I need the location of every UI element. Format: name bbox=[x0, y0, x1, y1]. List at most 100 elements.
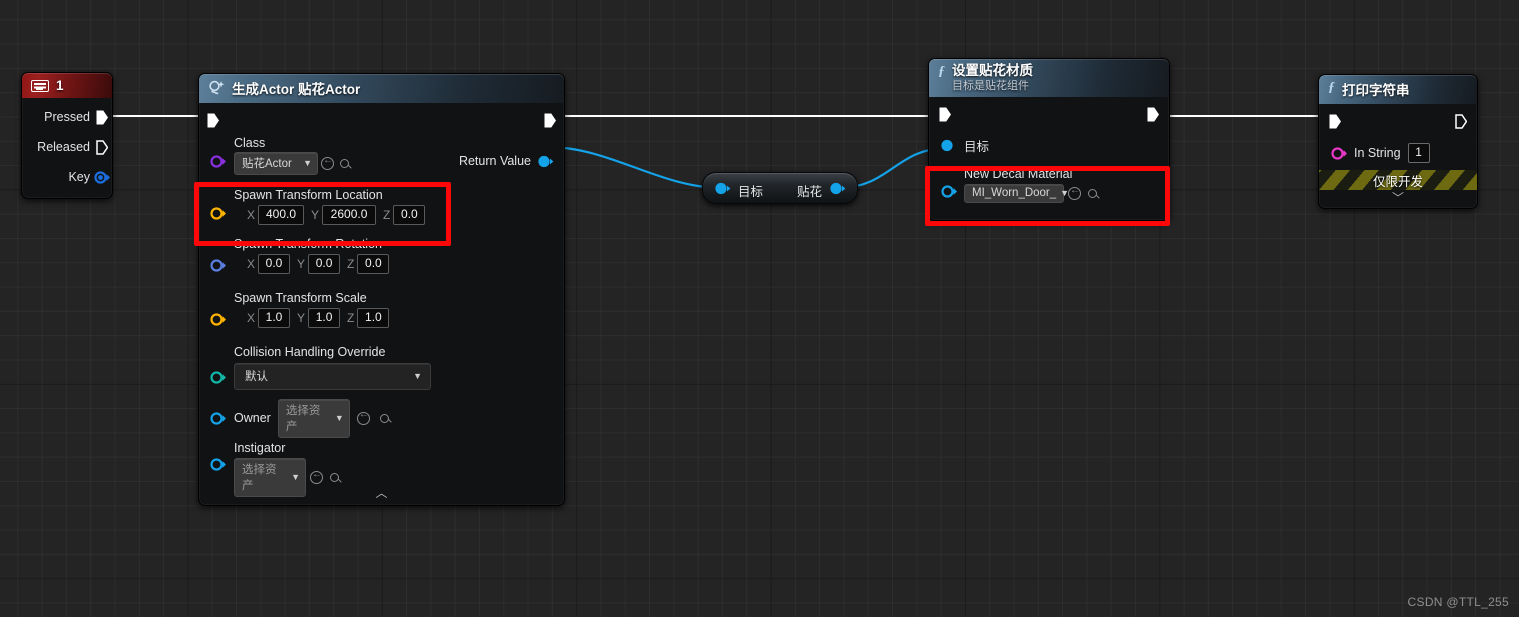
target-label: 目标 bbox=[964, 139, 990, 154]
rotator-pin-rotation[interactable] bbox=[210, 259, 227, 272]
exec-pin-out[interactable] bbox=[544, 113, 556, 128]
exec-pin-in[interactable] bbox=[939, 107, 951, 122]
pin-row-return-value[interactable]: Return Value bbox=[459, 154, 554, 168]
search-icon[interactable] bbox=[379, 413, 389, 423]
node-subtitle-label: 目标是贴花组件 bbox=[952, 79, 1029, 92]
pin-label-released: Released bbox=[37, 140, 90, 154]
location-label: Spawn Transform Location bbox=[234, 188, 383, 202]
location-x-input[interactable]: 400.0 bbox=[258, 205, 305, 225]
object-pin-decal-out[interactable] bbox=[830, 182, 846, 195]
rotation-x-input[interactable]: 0.0 bbox=[258, 254, 291, 274]
owner-dropdown-value: 选择资产 bbox=[285, 404, 321, 433]
pin-row-class[interactable]: Class 贴花Actor ▼ Return Value bbox=[199, 135, 564, 181]
development-only-banner: 仅限开发 bbox=[1319, 170, 1477, 190]
node-title-label: 1 bbox=[56, 78, 64, 93]
scale-z-axis-label: Z bbox=[347, 311, 355, 325]
blueprint-graph-canvas[interactable]: 1 Pressed Released Key 生成Actor 贴花Actor C… bbox=[0, 0, 1519, 617]
browse-back-icon[interactable] bbox=[356, 409, 370, 425]
collision-dropdown[interactable]: 默认 ▼ bbox=[234, 363, 431, 390]
struct-pin-key[interactable] bbox=[94, 171, 111, 184]
in-string-label: In String bbox=[1354, 146, 1401, 160]
scale-y-axis-label: Y bbox=[297, 311, 306, 325]
object-pin-instigator[interactable] bbox=[210, 458, 227, 471]
owner-label: Owner bbox=[234, 411, 271, 425]
rotation-z-axis-label: Z bbox=[347, 257, 355, 271]
collapse-toggle[interactable]: ﹀ bbox=[1319, 190, 1477, 208]
exec-pin-in[interactable] bbox=[1329, 114, 1341, 129]
location-y-input[interactable]: 2600.0 bbox=[322, 205, 377, 225]
pin-row-key[interactable]: Key bbox=[22, 162, 112, 192]
object-pin-target-in[interactable] bbox=[715, 182, 731, 195]
function-icon: ƒ bbox=[1328, 80, 1335, 95]
exec-pin-pressed[interactable] bbox=[96, 110, 108, 125]
location-z-input[interactable]: 0.0 bbox=[393, 205, 426, 225]
pin-row-target[interactable]: 目标 bbox=[929, 129, 1169, 161]
development-only-label: 仅限开发 bbox=[1372, 174, 1423, 189]
chevron-down-icon: ▼ bbox=[303, 158, 312, 168]
search-icon[interactable] bbox=[330, 473, 339, 482]
browse-back-icon[interactable] bbox=[310, 469, 323, 484]
object-pin-target[interactable] bbox=[941, 139, 957, 152]
collision-dropdown-value: 默认 bbox=[245, 371, 268, 383]
rotation-y-input[interactable]: 0.0 bbox=[308, 254, 341, 274]
scale-x-input[interactable]: 1.0 bbox=[258, 308, 291, 328]
exec-pin-row[interactable] bbox=[929, 99, 1169, 129]
rotation-x-axis-label: X bbox=[247, 257, 256, 271]
location-x-axis-label: X bbox=[247, 208, 256, 222]
scale-x-axis-label: X bbox=[247, 311, 256, 325]
compact-output-label: 贴花 bbox=[796, 185, 822, 199]
exec-pin-released[interactable] bbox=[96, 140, 108, 155]
exec-pin-row[interactable] bbox=[1319, 106, 1477, 136]
scale-y-input[interactable]: 1.0 bbox=[308, 308, 341, 328]
keyboard-icon bbox=[31, 80, 49, 92]
enum-pin-collision[interactable] bbox=[210, 371, 227, 384]
pin-row-pressed[interactable]: Pressed bbox=[22, 102, 112, 132]
pin-row-in-string[interactable]: In String 1 bbox=[1319, 136, 1477, 170]
node-print-string[interactable]: ƒ 打印字符串 In String 1 仅限开发 ﹀ bbox=[1318, 74, 1478, 209]
node-title-bar[interactable]: 生成Actor 贴花Actor bbox=[199, 74, 564, 103]
node-spawn-actor-from-class[interactable]: 生成Actor 贴花Actor Class 贴花Actor ▼ ← Return… bbox=[198, 73, 565, 506]
in-string-input[interactable]: 1 bbox=[1407, 143, 1430, 163]
exec-pin-out[interactable] bbox=[1455, 114, 1467, 129]
browse-back-icon[interactable] bbox=[321, 155, 334, 170]
pin-row-owner[interactable]: Owner 选择资产 ▼ bbox=[199, 398, 564, 438]
watermark-label: CSDN @TTL_255 bbox=[1407, 595, 1509, 609]
exec-pin-in[interactable] bbox=[207, 113, 219, 128]
spawn-actor-icon bbox=[209, 80, 225, 95]
chevron-down-icon: ▼ bbox=[291, 472, 300, 482]
object-pin-return-value[interactable] bbox=[538, 155, 554, 168]
node-keyboard-event-1[interactable]: 1 Pressed Released Key bbox=[21, 72, 113, 199]
class-pin-in[interactable] bbox=[210, 155, 227, 168]
owner-dropdown[interactable]: 选择资产 ▼ bbox=[277, 398, 350, 438]
pin-row-instigator[interactable]: Instigator 选择资产 ▼ bbox=[199, 435, 564, 497]
class-label: Class bbox=[234, 136, 266, 150]
node-title-bar[interactable]: ƒ 打印字符串 bbox=[1319, 75, 1477, 104]
pin-row-spawn-transform-scale[interactable]: Spawn Transform Scale X 1.0 Y 1.0 Z 1.0 bbox=[199, 291, 564, 345]
node-title-label: 打印字符串 bbox=[1342, 83, 1410, 98]
collision-label: Collision Handling Override bbox=[234, 345, 386, 359]
exec-pin-row[interactable] bbox=[199, 105, 564, 135]
object-pin-owner[interactable] bbox=[210, 412, 227, 425]
node-title-label: 设置贴花材质 bbox=[952, 63, 1033, 78]
class-dropdown[interactable]: 贴花Actor ▼ bbox=[234, 152, 318, 175]
instigator-label: Instigator bbox=[234, 441, 286, 455]
location-y-axis-label: Y bbox=[311, 208, 320, 222]
scale-label: Spawn Transform Scale bbox=[234, 291, 367, 305]
rotation-z-input[interactable]: 0.0 bbox=[357, 254, 390, 274]
exec-pin-out[interactable] bbox=[1147, 107, 1159, 122]
pin-row-collision-handling-override[interactable]: Collision Handling Override 默认 ▼ bbox=[199, 345, 564, 401]
string-pin-in-string[interactable] bbox=[1331, 147, 1348, 160]
node-title-bar[interactable]: ƒ 设置贴花材质 目标是贴花组件 bbox=[929, 59, 1169, 98]
node-compact-cast-decal[interactable]: 目标 贴花 bbox=[702, 172, 858, 204]
location-z-axis-label: Z bbox=[383, 208, 391, 222]
rotation-y-axis-label: Y bbox=[297, 257, 306, 271]
function-icon: ƒ bbox=[938, 64, 945, 79]
node-title-bar[interactable]: 1 bbox=[22, 73, 112, 98]
scale-z-input[interactable]: 1.0 bbox=[357, 308, 390, 328]
node-title-label: 生成Actor 贴花Actor bbox=[232, 82, 361, 97]
search-icon[interactable] bbox=[340, 159, 349, 168]
pin-label-key: Key bbox=[68, 170, 90, 184]
pin-row-released[interactable]: Released bbox=[22, 132, 112, 162]
instigator-dropdown[interactable]: 选择资产 ▼ bbox=[234, 458, 306, 497]
vector-pin-scale[interactable] bbox=[210, 313, 227, 326]
